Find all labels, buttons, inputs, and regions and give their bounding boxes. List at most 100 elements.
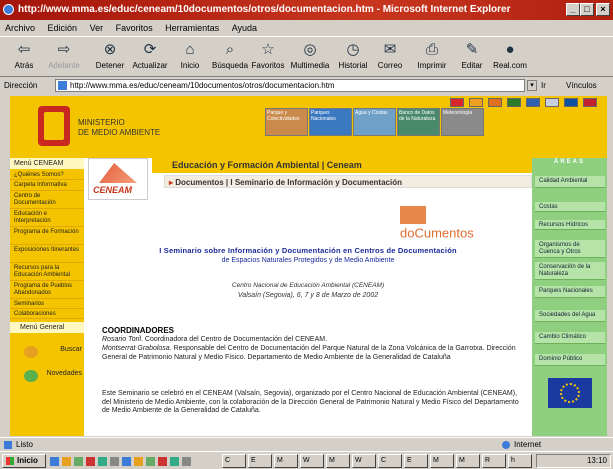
quick-launch-icon[interactable] [50,457,59,466]
language-flag-icon[interactable] [488,98,502,107]
language-flag-icon[interactable] [469,98,483,107]
toolbar-correo-button[interactable]: ✉ Correo [370,39,410,77]
multimedia-icon: ◎ [303,41,317,58]
quick-launch-icon[interactable] [98,457,107,466]
quick-launch-icon[interactable] [182,457,191,466]
quick-launch-icon[interactable] [170,457,179,466]
menu-archivo[interactable]: Archivo [5,23,35,33]
taskbar-task-button[interactable]: E [248,454,272,468]
area-link[interactable]: Dominio Público [535,354,605,366]
language-flag-icon[interactable] [507,98,521,107]
area-link[interactable]: Organismos de Cuenca y Otros [535,240,605,258]
menu-bar: Archivo Edición Ver Favoritos Herramient… [0,20,613,36]
section-title: Educación y Formación Ambiental | Ceneam [152,158,532,173]
toolbar-real-com-button[interactable]: ● Real.com [490,39,530,77]
taskbar-task-button[interactable]: M [430,454,454,468]
window-title-bar[interactable]: http://www.mma.es/educ/ceneam/10document… [0,0,613,20]
quick-launch-icon[interactable] [146,457,155,466]
taskbar-task-button[interactable]: h [508,454,532,468]
language-flag-icon[interactable] [545,98,559,107]
left-menu-item[interactable]: Educación e Interpretación [10,210,84,227]
toolbar-atr-s-button[interactable]: ⇦ Atrás [4,39,44,77]
toolbar-multimedia-button[interactable]: ◎ Multimedia [290,39,330,77]
toolbar-editar-button[interactable]: ✎ Editar [452,39,492,77]
coordinators-heading: COORDINADORES [102,326,175,335]
toolbar-favoritos-button[interactable]: ☆ Favoritos [248,39,288,77]
breadcrumb: ▸ Documentos | I Seminario de Informació… [164,175,532,188]
seminar-description: Este Seminario se celebró en el CENEAM (… [102,390,519,414]
start-button[interactable]: Inicio [2,454,46,468]
language-flag-icon[interactable] [526,98,540,107]
header-photo-link[interactable]: Banco de Datos de la Naturaleza [397,108,440,136]
quick-launch-icon[interactable] [86,457,95,466]
menu-edicion[interactable]: Edición [48,23,78,33]
maximize-button[interactable]: □ [580,3,594,16]
close-button[interactable]: × [596,3,610,16]
toolbar-actualizar-button[interactable]: ⟳ Actualizar [130,39,170,77]
area-link[interactable]: Conservación de la Naturaleza [535,262,605,280]
news-link[interactable]: Novedades [24,370,82,382]
toolbar-label: Correo [377,61,403,70]
toolbar-historial-button[interactable]: ◷ Historial [333,39,373,77]
taskbar-task-button[interactable]: W [300,454,324,468]
go-button[interactable]: Ir [541,77,546,94]
search-link[interactable]: Buscar [24,346,82,358]
taskbar-task-button[interactable]: C [222,454,246,468]
left-menu-item[interactable]: Programa de Pueblos Abandonados [10,282,84,299]
language-flag-icon[interactable] [564,98,578,107]
eu-flag-icon[interactable] [548,378,592,408]
menu-ver[interactable]: Ver [90,23,104,33]
links-button[interactable]: Vínculos [566,77,597,94]
header-photo-link[interactable]: Agua y Costas [353,108,396,136]
quick-launch-icon[interactable] [134,457,143,466]
address-dropdown-icon[interactable]: ▾ [527,80,537,91]
quick-launch-icon[interactable] [122,457,131,466]
taskbar-task-button[interactable]: M [456,454,480,468]
menu-herramientas[interactable]: Herramientas [165,23,219,33]
taskbar-task-button[interactable]: M [326,454,350,468]
language-flag-icon[interactable] [450,98,464,107]
toolbar-detener-button[interactable]: ⊗ Detener [90,39,130,77]
header-photo-link[interactable]: Parques Nacionales [309,108,352,136]
general-menu-link[interactable]: Menú General [10,322,84,333]
left-menu-item[interactable]: ¿Quiénes Somos? [10,171,84,180]
area-link[interactable]: Recursos Hídricos [535,220,605,230]
toolbar-imprimir-button[interactable]: ⎙ Imprimir [412,39,452,77]
quick-launch-icon[interactable] [62,457,71,466]
toolbar-adelante-button[interactable]: ⇨ Adelante [44,39,84,77]
toolbar-label: Favoritos [251,61,285,70]
quick-launch-icon[interactable] [110,457,119,466]
left-menu-item[interactable]: Centro de Documentación [10,192,84,209]
left-menu-item[interactable]: Colaboraciones [10,310,84,319]
toolbar-b-squeda-button[interactable]: ⌕ Búsqueda [210,39,250,77]
language-flag-icon[interactable] [583,98,597,107]
quick-launch-icon[interactable] [158,457,167,466]
menu-ayuda[interactable]: Ayuda [232,23,257,33]
taskbar-task-button[interactable]: E [404,454,428,468]
area-link[interactable]: Calidad Ambiental [535,176,605,188]
left-menu-item[interactable]: Programa de Formación [10,228,84,245]
header-photo-link[interactable]: Parque y Colectividades [265,108,308,136]
status-bar: Listo Internet [0,437,613,451]
taskbar-task-button[interactable]: W [352,454,376,468]
area-link[interactable]: Cambio Climático [535,332,605,344]
left-menu-item[interactable]: Exposiciones Itinerantes [10,246,84,263]
taskbar-task-button[interactable]: M [274,454,298,468]
area-link[interactable]: Sociedades del Agua [535,310,605,322]
address-input[interactable]: http://www.mma.es/educ/ceneam/10document… [55,79,525,92]
address-label: Dirección [4,81,38,90]
quick-launch-icon[interactable] [74,457,83,466]
toolbar-inicio-button[interactable]: ⌂ Inicio [170,39,210,77]
menu-favoritos[interactable]: Favoritos [116,23,153,33]
stop-icon: ⊗ [103,41,117,58]
left-menu-item[interactable]: Seminarios [10,300,84,309]
minimize-button[interactable]: _ [566,3,580,16]
left-menu-item[interactable]: Recursos para la Educación Ambiental [10,264,84,281]
area-link[interactable]: Parques Nacionales [535,286,605,298]
taskbar-task-button[interactable]: C [378,454,402,468]
header-photo-link[interactable]: Meteorología [441,108,484,136]
web-page: MINISTERIO DE MEDIO AMBIENTE Parque y Co… [10,96,607,436]
taskbar-task-button[interactable]: R [482,454,506,468]
left-menu-item[interactable]: Carpeta Informativa [10,181,84,191]
area-link[interactable]: Costas [535,202,605,212]
